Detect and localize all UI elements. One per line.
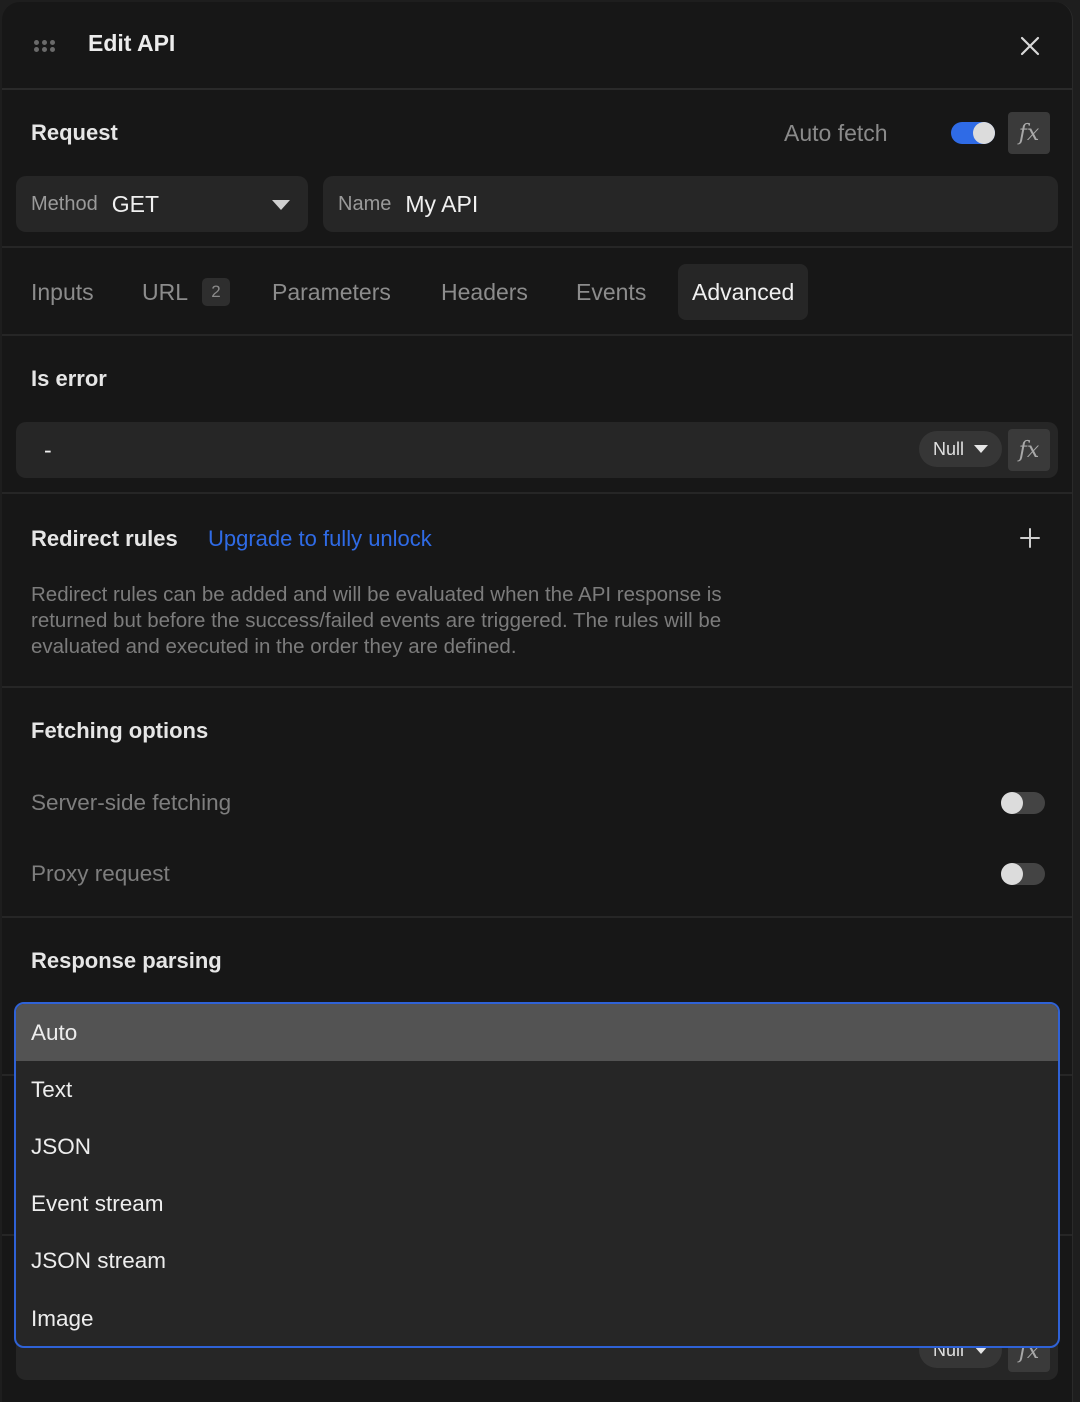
auto-fetch-fx-button[interactable]: fx xyxy=(1008,112,1050,154)
redirect-rules-description: Redirect rules can be added and will be … xyxy=(31,583,722,658)
url-count-badge: 2 xyxy=(202,278,231,306)
method-label: Method xyxy=(31,192,98,215)
dropdown-option-json-stream[interactable]: JSON stream xyxy=(16,1233,1058,1290)
dropdown-option-event-stream[interactable]: Event stream xyxy=(16,1176,1058,1233)
tab-advanced[interactable]: Advanced xyxy=(678,264,809,320)
response-parsing-title: Response parsing xyxy=(31,948,222,973)
tab-inputs[interactable]: Inputs xyxy=(31,264,94,320)
is-error-field[interactable]: - xyxy=(16,422,1058,478)
name-field[interactable]: Name My API xyxy=(323,176,1058,232)
is-error-value: - xyxy=(44,436,52,463)
tab-label: Advanced xyxy=(692,278,795,305)
fetching-options-title: Fetching options xyxy=(31,718,209,743)
dropdown-option-text[interactable]: Text xyxy=(16,1061,1058,1118)
drag-handle-icon[interactable] xyxy=(34,40,56,52)
proxy-request-toggle[interactable] xyxy=(1001,863,1045,885)
tab-label: Inputs xyxy=(31,278,94,305)
tab-events[interactable]: Events xyxy=(576,264,646,320)
proxy-request-label: Proxy request xyxy=(31,861,170,886)
server-side-fetching-label: Server-side fetching xyxy=(31,790,232,815)
method-value: GET xyxy=(111,190,159,217)
close-icon[interactable] xyxy=(1018,34,1042,58)
dropdown-option-json[interactable]: JSON xyxy=(16,1118,1058,1175)
auto-fetch-toggle[interactable] xyxy=(951,122,995,144)
tab-label: Events xyxy=(576,278,647,305)
tab-label: URL xyxy=(142,278,189,305)
tab-parameters[interactable]: Parameters xyxy=(272,264,391,320)
tab-bar: Inputs URL 2 Parameters Headers Events Ad… xyxy=(2,248,1072,336)
is-error-type-select[interactable]: Null xyxy=(919,431,1003,467)
tab-label: Parameters xyxy=(272,278,391,305)
is-error-title: Is error xyxy=(31,366,107,391)
fx-icon: fx xyxy=(1018,120,1040,146)
tab-headers[interactable]: Headers xyxy=(441,264,528,320)
tab-url[interactable]: URL 2 xyxy=(142,264,231,320)
is-error-fx-button[interactable]: fx xyxy=(1008,429,1050,471)
redirect-rules-title: Redirect rules xyxy=(31,526,178,551)
is-error-section: Is error - Null fx xyxy=(2,336,1072,494)
add-rule-icon[interactable] xyxy=(1018,526,1042,550)
name-label: Name xyxy=(338,192,392,215)
request-section: Request Auto fetch fx Method GET Name My… xyxy=(2,90,1072,248)
fetching-options-section: Fetching options Server-side fetching Pr… xyxy=(2,688,1072,918)
type-value: Null xyxy=(933,438,965,459)
tab-label: Headers xyxy=(441,278,528,305)
server-side-fetching-toggle[interactable] xyxy=(1001,792,1045,814)
fx-icon: fx xyxy=(1018,437,1040,463)
auto-fetch-label: Auto fetch xyxy=(784,120,888,146)
dropdown-option-auto[interactable]: Auto xyxy=(16,1004,1058,1062)
chevron-down-icon xyxy=(974,445,989,453)
name-value[interactable]: My API xyxy=(405,191,478,218)
request-title: Request xyxy=(31,120,118,145)
chevron-down-icon xyxy=(272,200,290,210)
panel-header: Edit API xyxy=(2,2,1072,90)
panel-title: Edit API xyxy=(88,30,176,56)
method-select[interactable]: Method GET xyxy=(16,176,308,232)
upgrade-link[interactable]: Upgrade to fully unlock xyxy=(208,526,432,552)
dropdown-option-image[interactable]: Image xyxy=(16,1290,1058,1346)
response-parsing-dropdown[interactable]: Auto Text JSON Event stream JSON stream … xyxy=(14,1002,1060,1348)
